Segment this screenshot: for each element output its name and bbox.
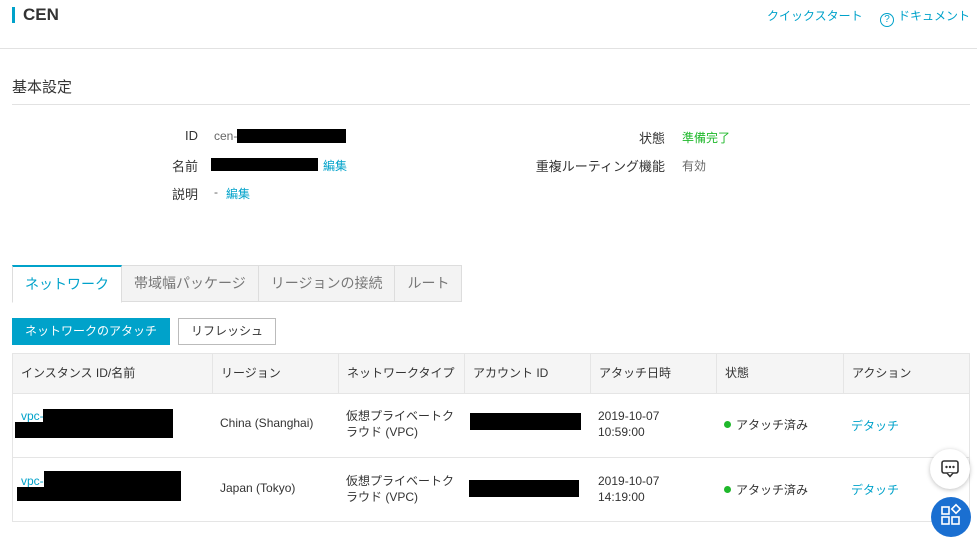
attach-time: 14:19:00	[598, 490, 645, 504]
section-title-basic: 基本設定	[12, 79, 73, 96]
col-account-id: アカウント ID	[465, 354, 591, 393]
id-label: ID	[185, 128, 198, 143]
edit-name-link[interactable]: 編集	[323, 157, 347, 174]
status-text: アタッチ済み	[736, 483, 809, 497]
instance-id-link[interactable]: vpc-	[21, 474, 44, 488]
redacted-instance-id	[43, 409, 173, 422]
help-icon: ?	[880, 13, 894, 27]
col-status: 状態	[717, 354, 844, 393]
redacted-id	[237, 129, 346, 143]
detach-link[interactable]: デタッチ	[851, 481, 899, 498]
chat-icon	[941, 460, 959, 478]
quickstart-link[interactable]: クイックスタート	[767, 7, 863, 24]
redacted-account-id	[470, 413, 581, 430]
status-value: 準備完了	[682, 131, 731, 145]
table-header: インスタンス ID/名前 リージョン ネットワークタイプ アカウント ID アタ…	[13, 354, 969, 394]
description-label: 説明	[171, 187, 198, 202]
refresh-button[interactable]: リフレッシュ	[178, 318, 276, 345]
attach-time: 10:59:00	[598, 425, 645, 439]
col-network-type: ネットワークタイプ	[339, 354, 465, 393]
tab-region-connection[interactable]: リージョンの接続	[258, 265, 396, 302]
tab-route[interactable]: ルート	[395, 265, 463, 302]
chat-button[interactable]	[930, 449, 970, 489]
description-value: -	[214, 185, 218, 199]
attach-network-button[interactable]: ネットワークのアタッチ	[12, 318, 170, 345]
table-row: vpc- Japan (Tokyo) 仮想プライベートク ラウド (VPC) 2…	[13, 458, 969, 521]
title-accent-bar	[12, 7, 15, 23]
redacted-name	[211, 158, 318, 171]
status-dot-icon	[724, 486, 731, 493]
network-type-line2: ラウド (VPC)	[346, 490, 419, 504]
redacted-account-id	[469, 480, 579, 497]
status-cell: アタッチ済み	[724, 481, 808, 498]
col-attach-time: アタッチ日時	[591, 354, 717, 393]
redacted-instance-id	[44, 471, 181, 487]
name-label: 名前	[171, 159, 198, 174]
redacted-instance-name	[17, 487, 181, 501]
docs-link[interactable]: ? ドキュメント	[880, 7, 970, 27]
redacted-instance-name	[15, 422, 173, 438]
status-cell: アタッチ済み	[724, 416, 808, 433]
attach-date: 2019-10-07	[598, 474, 660, 488]
status-dot-icon	[724, 421, 731, 428]
tab-network[interactable]: ネットワーク	[12, 265, 122, 303]
status-text: アタッチ済み	[736, 418, 809, 432]
network-type-line1: 仮想プライベートク	[346, 474, 455, 488]
region-value: China (Shanghai)	[220, 416, 314, 430]
id-value-prefix: cen-	[214, 129, 238, 143]
page-title: CEN	[23, 5, 59, 24]
region-value: Japan (Tokyo)	[220, 481, 296, 495]
apps-button[interactable]	[931, 497, 971, 537]
section-divider	[12, 104, 970, 105]
network-type-line2: ラウド (VPC)	[346, 425, 419, 439]
tab-bar: ネットワーク 帯域幅パッケージ リージョンの接続 ルート	[12, 265, 463, 303]
status-label: 状態	[638, 131, 665, 146]
tab-bandwidth-package[interactable]: 帯域幅パッケージ	[122, 265, 259, 302]
col-instance-id: インスタンス ID/名前	[13, 354, 213, 393]
col-region: リージョン	[213, 354, 339, 393]
network-table: インスタンス ID/名前 リージョン ネットワークタイプ アカウント ID アタ…	[12, 353, 970, 522]
col-action: アクション	[852, 366, 912, 380]
header-divider	[0, 48, 977, 49]
docs-link-label: ドキュメント	[898, 9, 971, 23]
detach-link[interactable]: デタッチ	[851, 417, 899, 434]
table-row: vpc- China (Shanghai) 仮想プライベートク ラウド (VPC…	[13, 394, 969, 458]
network-type-line1: 仮想プライベートク	[346, 409, 455, 423]
routing-value: 有効	[682, 159, 707, 173]
instance-id-link[interactable]: vpc-	[21, 409, 44, 423]
attach-date: 2019-10-07	[598, 409, 660, 423]
routing-label: 重複ルーティング機能	[535, 159, 665, 174]
apps-grid-icon	[941, 503, 962, 525]
edit-description-link[interactable]: 編集	[226, 185, 250, 202]
